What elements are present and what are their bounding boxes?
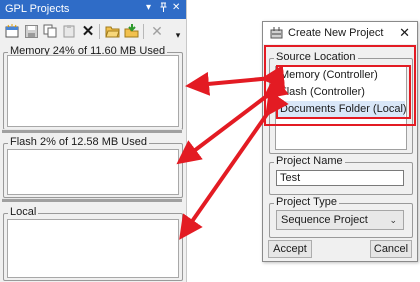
project-name-label: Project Name <box>274 155 345 167</box>
close-icon[interactable]: ✕ <box>172 2 180 13</box>
project-name-input[interactable]: Test <box>276 170 404 186</box>
save-icon[interactable] <box>23 23 39 39</box>
accept-button[interactable]: Accept <box>268 240 312 258</box>
arrow-memory <box>185 64 286 96</box>
copy-icon[interactable] <box>42 23 58 39</box>
flash-group: Flash 2% of 12.58 MB Used <box>3 136 183 198</box>
flash-project-list[interactable] <box>7 149 179 195</box>
new-project-icon[interactable] <box>4 23 20 39</box>
project-type-label: Project Type <box>274 196 339 208</box>
splitter[interactable] <box>2 129 182 133</box>
close-icon[interactable]: ✕ <box>149 23 165 39</box>
chevron-down-icon: ⌄ <box>389 215 397 225</box>
local-group: Local <box>3 206 183 281</box>
memory-project-list[interactable] <box>7 55 179 127</box>
pin-icon[interactable] <box>159 2 168 16</box>
local-label: Local <box>8 206 39 218</box>
paste-icon[interactable] <box>61 23 77 39</box>
splitter[interactable] <box>2 198 182 202</box>
cancel-button[interactable]: Cancel <box>370 240 412 258</box>
local-project-list[interactable] <box>7 219 179 278</box>
delete-icon[interactable]: ✕ <box>80 23 96 40</box>
project-name-group: Project Name Test <box>269 155 413 195</box>
arrow-local <box>179 90 289 240</box>
panel-title: GPL Projects <box>5 3 70 15</box>
source-options-highlight <box>276 65 411 119</box>
toolbar-separator <box>143 24 144 39</box>
project-wizard-icon <box>270 26 283 39</box>
dialog-title: Create New Project <box>288 27 384 39</box>
arrow-flash <box>176 75 289 165</box>
panel-toolbar: ✕ ✕ ▾ <box>0 20 186 42</box>
project-type-select[interactable]: Sequence Project ⌄ <box>276 210 404 230</box>
memory-group: Memory 24% of 11.60 MB Used <box>3 45 183 130</box>
project-type-group: Project Type Sequence Project ⌄ <box>269 196 413 238</box>
dialog-close-icon[interactable]: ✕ <box>399 25 410 41</box>
gpl-projects-panel: GPL Projects ▾ ✕ ✕ ✕ ▾ Memory 24% of 11.… <box>0 0 187 282</box>
overflow-icon[interactable]: ▾ <box>170 27 186 43</box>
toolbar-separator <box>99 24 100 39</box>
dialog-titlebar: Create New Project ✕ <box>263 22 417 44</box>
dropdown-icon[interactable]: ▾ <box>146 2 151 13</box>
import-icon[interactable] <box>123 23 139 39</box>
open-folder-icon[interactable] <box>104 23 120 39</box>
project-type-value: Sequence Project <box>281 214 368 226</box>
panel-titlebar: GPL Projects ▾ ✕ <box>0 0 186 19</box>
flash-usage-label: Flash 2% of 12.58 MB Used <box>8 136 149 148</box>
